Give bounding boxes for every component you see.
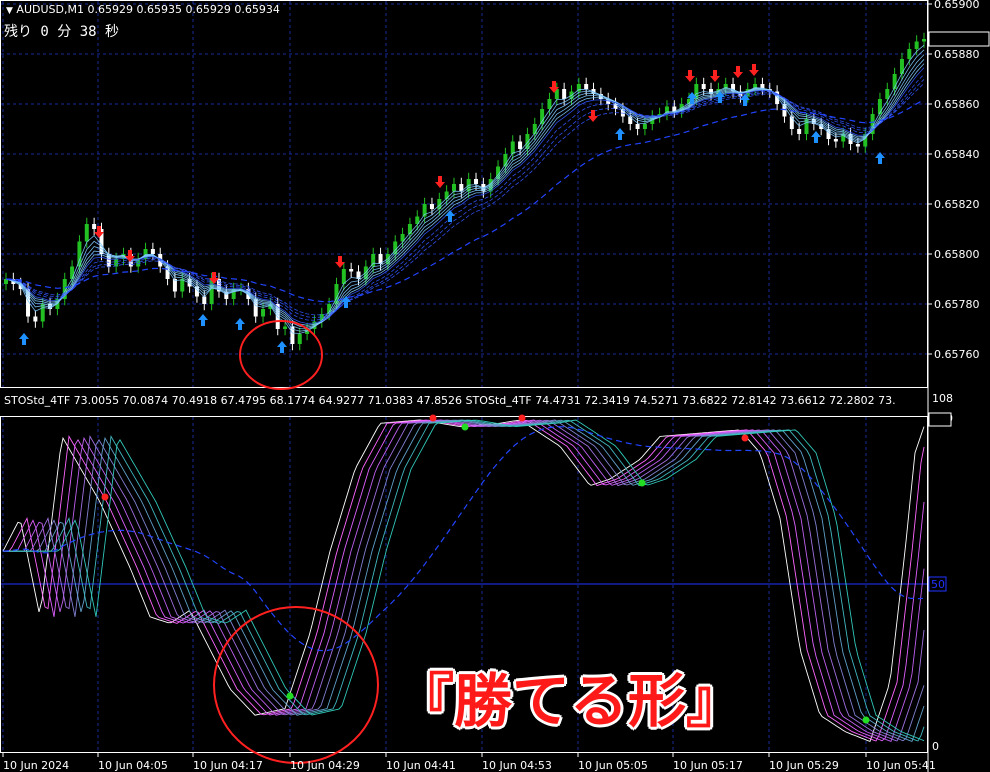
- indicator-50-label: 50: [931, 578, 945, 591]
- time-tick-label: 10 Jun 04:29: [290, 759, 360, 772]
- candles: [4, 32, 926, 351]
- buy-arrow-icon: [615, 128, 625, 140]
- chart-window: { "header": { "symbol": "AUDUSD,M1", "oh…: [0, 0, 990, 772]
- candle-body: [797, 129, 802, 134]
- price-tick-label: 0.65820: [934, 198, 980, 211]
- time-tick-label: 10 Jun 2024: [3, 759, 69, 772]
- buy-arrow-icon: [811, 131, 821, 143]
- candle-body: [635, 124, 640, 129]
- candle-body: [914, 41, 919, 49]
- buy-arrow-icon: [235, 318, 245, 330]
- signal-dot: [101, 493, 109, 501]
- candle-body: [510, 141, 515, 154]
- price-tick-label: 0.65800: [934, 248, 980, 261]
- signal-dot: [286, 692, 294, 700]
- signal-dot: [461, 423, 469, 431]
- candle-body: [40, 304, 45, 322]
- candle-body: [202, 296, 207, 304]
- candle-body: [180, 279, 185, 292]
- ma-long-line: [5, 99, 925, 303]
- time-tick-label: 10 Jun 04:17: [193, 759, 263, 772]
- signal-dot: [741, 434, 749, 442]
- candle-body: [283, 326, 288, 329]
- time-tick-label: 10 Jun 04:05: [98, 759, 168, 772]
- annotation-text: 『勝てる形』: [396, 667, 745, 735]
- candle-body: [150, 249, 155, 254]
- candle-body: [701, 84, 706, 89]
- ohlc-values: 0.65929 0.65935 0.65929 0.65934: [87, 3, 280, 16]
- candle-body: [855, 144, 860, 147]
- ma-ribbons: [5, 44, 925, 334]
- sell-arrow-icon: [588, 110, 598, 122]
- time-tick-label: 10 Jun 05:41: [866, 759, 936, 772]
- signal-dot: [638, 479, 646, 487]
- time-tick-label: 10 Jun 04:41: [386, 759, 456, 772]
- candle-body: [518, 141, 523, 149]
- highlight-circle-indicator: [213, 606, 379, 764]
- sell-arrow-icon: [685, 70, 695, 82]
- time-tick-label: 10 Jun 05:17: [673, 759, 743, 772]
- candle-body: [429, 204, 434, 209]
- sell-arrow-icon: [733, 66, 743, 78]
- candle-body: [877, 99, 882, 114]
- buy-arrow-icon: [277, 341, 287, 353]
- candle-body: [899, 59, 904, 74]
- dropdown-triangle-icon[interactable]: ▼: [6, 6, 13, 16]
- candle-body: [349, 269, 354, 272]
- candle-body: [84, 224, 89, 242]
- symbol-header: ▼ AUDUSD,M1 0.65929 0.65935 0.65929 0.65…: [6, 3, 280, 16]
- candle-body: [922, 39, 926, 42]
- candle-body: [474, 179, 479, 184]
- candle-body: [562, 89, 567, 99]
- stochastic-slow-line: [2, 426, 924, 652]
- sell-arrow-icon: [749, 64, 759, 76]
- candle-body: [33, 316, 38, 322]
- sell-arrow-icon: [710, 70, 720, 82]
- price-tick-label: 0.65780: [934, 298, 980, 311]
- current-price-box: [928, 31, 990, 47]
- signal-dot: [862, 716, 870, 724]
- signal-dot: [518, 414, 526, 422]
- candle-body: [532, 124, 537, 134]
- time-tick-label: 10 Jun 05:05: [578, 759, 648, 772]
- time-tick-label: 10 Jun 04:53: [482, 759, 552, 772]
- indicator-tick-label: 0: [932, 740, 939, 753]
- candle-body: [451, 184, 456, 192]
- indicator-100-box: [928, 412, 952, 427]
- candle-body: [833, 139, 838, 142]
- candle-body: [70, 266, 75, 279]
- price-tick-label: 0.65880: [934, 48, 980, 61]
- candle-body: [907, 49, 912, 59]
- time-tick-label: 10 Jun 05:29: [769, 759, 839, 772]
- candle-body: [642, 124, 647, 129]
- ma-line: [5, 49, 925, 332]
- price-tick-label: 0.65840: [934, 148, 980, 161]
- symbol-label: AUDUSD,M1: [16, 3, 84, 16]
- indicator-header: STOStd_4TF 73.0055 70.0874 70.4918 67.47…: [4, 394, 896, 407]
- candle-body: [92, 224, 97, 229]
- ma-line: [5, 54, 925, 330]
- price-tick-label: 0.65760: [934, 348, 980, 361]
- buy-arrow-icon: [198, 314, 208, 326]
- buy-arrow-icon: [19, 333, 29, 345]
- price-tick-label: 0.65900: [934, 0, 980, 11]
- signal-dot: [429, 414, 437, 422]
- candle-body: [261, 309, 266, 317]
- candle-body: [584, 84, 589, 89]
- candle-body: [114, 259, 119, 267]
- sell-arrow-icon: [435, 176, 445, 188]
- countdown-timer: 残り 0 分 38 秒: [4, 24, 120, 40]
- price-tick-label: 0.65860: [934, 98, 980, 111]
- indicator-tick-label: 108: [932, 392, 953, 405]
- candle-body: [297, 334, 302, 344]
- highlight-circle-main: [239, 320, 323, 390]
- candle-body: [525, 134, 530, 149]
- ma-line: [5, 44, 925, 334]
- candle-body: [341, 269, 346, 284]
